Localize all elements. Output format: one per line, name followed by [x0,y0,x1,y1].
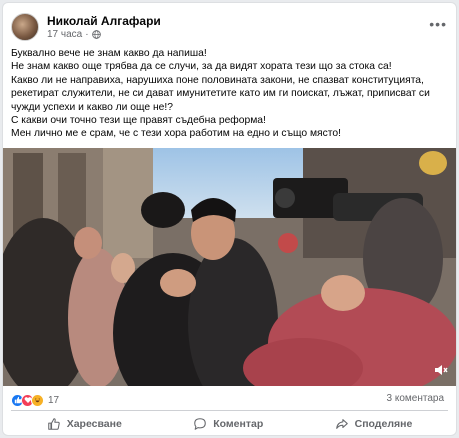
post-time[interactable]: 17 часа [47,29,82,40]
reaction-icons [11,393,44,407]
post-text-line: Буквално вече не знам какво да напиша! [11,48,207,59]
comment-label: Коментар [213,418,264,430]
reactions-count[interactable]: 17 [48,395,59,406]
actions-divider [11,410,448,411]
post-text-line: Не знам какво още трябва да се случи, за… [11,61,392,73]
author-avatar[interactable] [11,13,39,41]
share-button[interactable]: Споделяне [325,415,423,433]
author-name[interactable]: Николай Алгафари [47,14,161,28]
post-header: Николай Алгафари 17 часа · ••• [11,13,451,43]
meta-separator: · [85,29,89,40]
post-text: Буквално вече не знам какво да напиша! Н… [11,47,456,141]
post-card: Николай Алгафари 17 часа · ••• Буквално … [2,2,457,436]
share-icon [335,419,348,429]
reactions-summary[interactable]: 17 [11,392,59,408]
volume-icon[interactable] [434,364,448,376]
post-actions: Харесване Коментар Споделяне [11,413,448,435]
post-text-line: Какво ли не направиха, нарушиха поне пол… [11,74,430,113]
like-button[interactable]: Харесване [37,415,132,433]
comment-icon [194,418,206,430]
comment-button[interactable]: Коментар [183,415,273,433]
haha-reaction-icon [31,393,44,407]
post-text-line: С какви очи точно тези ще правят съдебна… [11,115,266,127]
globe-icon [91,30,101,39]
video-frame [3,148,456,386]
comments-count[interactable]: 3 коментара [387,393,445,404]
post-video[interactable] [3,148,456,386]
like-icon [47,418,60,430]
like-label: Харесване [66,418,122,430]
post-text-line: Мен лично ме е срам, че с тези хора рабо… [11,128,341,140]
share-label: Споделяне [354,418,413,430]
more-options-icon[interactable]: ••• [429,17,447,31]
post-meta: 17 часа · [47,29,101,40]
